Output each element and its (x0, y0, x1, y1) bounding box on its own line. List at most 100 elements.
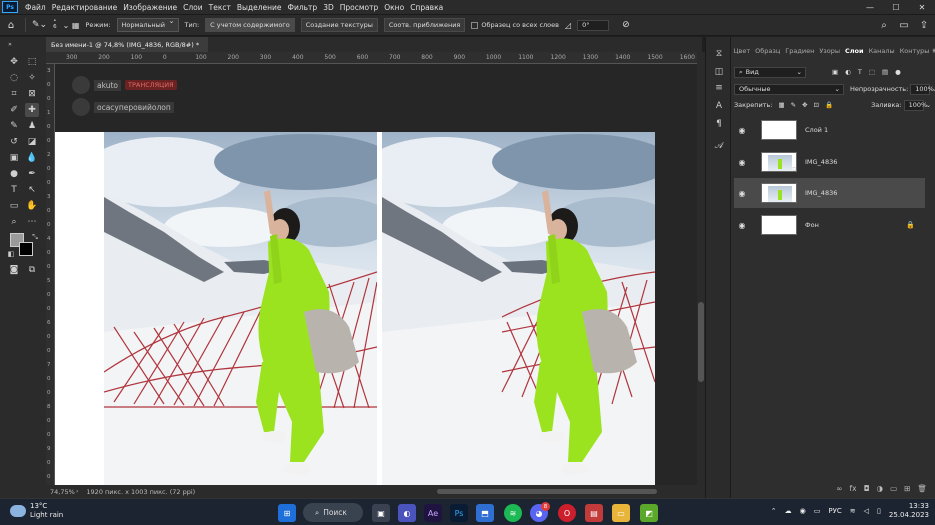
scroll-thumb[interactable] (437, 489, 657, 494)
swap-colors-icon[interactable]: ⤡ (28, 230, 42, 244)
new-layer-icon[interactable]: ⊞ (904, 484, 910, 493)
windows-start-icon[interactable]: ⊞ (278, 504, 296, 522)
angle-input[interactable]: 0° (577, 19, 610, 31)
weather-widget[interactable]: 13°C Light rain (10, 502, 63, 520)
type-proximity-button[interactable]: Соотв. приближения (383, 18, 466, 32)
marquee-tool-icon[interactable]: ⬚ (25, 55, 39, 69)
rectangle-tool-icon[interactable]: ▭ (7, 199, 21, 213)
vertical-scrollbar[interactable] (697, 52, 705, 498)
glyphs-panel-icon[interactable]: 𝒜 (712, 139, 726, 153)
layer-style-icon[interactable]: fx (850, 484, 857, 493)
eyedropper-tool-icon[interactable]: ✐ (7, 103, 21, 117)
history-brush-tool-icon[interactable]: ↺ (7, 135, 21, 149)
dodge-tool-icon[interactable]: ● (7, 167, 21, 181)
brush-settings-icon[interactable]: ⌄ ▦ (63, 18, 80, 32)
tab-patterns[interactable]: Узоры (817, 47, 843, 55)
type-tool-icon[interactable]: T (7, 183, 21, 197)
power-icon[interactable]: ▯ (877, 507, 881, 515)
filter-smart-icon[interactable]: ▤ (882, 68, 888, 76)
menu-layers[interactable]: Слои (180, 3, 206, 12)
menu-type[interactable]: Текст (206, 3, 234, 12)
menu-help[interactable]: Справка (407, 3, 446, 12)
document-info[interactable]: 1920 пикс. x 1003 пикс. (72 ppi) (78, 488, 195, 496)
filter-type-icon[interactable]: T (858, 68, 862, 76)
brush-size-picker[interactable]: • 6 (53, 18, 57, 32)
frame-tool-icon[interactable]: ⊠ (25, 87, 39, 101)
layer-name[interactable]: IMG_4836 (805, 158, 837, 166)
delete-layer-icon[interactable]: 🗑 (917, 484, 927, 493)
menu-file[interactable]: Файл (22, 3, 49, 12)
visibility-eye-icon[interactable]: ◉ (735, 126, 749, 135)
tab-channels[interactable]: Каналы (866, 47, 897, 55)
lock-all-icon[interactable]: 🔒 (825, 101, 833, 109)
layer-row[interactable]: ◉ Фон 🔒 (734, 210, 925, 240)
layer-row[interactable]: ◉ Слой 1 (734, 115, 925, 145)
crop-tool-icon[interactable]: ⌗ (7, 87, 21, 101)
path-select-tool-icon[interactable]: ↖ (25, 183, 39, 197)
menu-3d[interactable]: 3D (320, 3, 337, 12)
close-button[interactable]: ✕ (909, 0, 935, 14)
filter-pixel-icon[interactable]: ▣ (832, 68, 838, 76)
visibility-eye-icon[interactable]: ◉ (735, 221, 749, 230)
collapse-icon[interactable]: » (3, 37, 17, 51)
link-layers-icon[interactable]: ∞ (836, 484, 842, 493)
photoshop-logo-icon[interactable]: Ps (2, 1, 18, 13)
stamp-tool-icon[interactable]: ♟ (25, 119, 39, 133)
type-texture-button[interactable]: Создание текстуры (300, 18, 378, 32)
filter-adjustment-icon[interactable]: ◐ (845, 68, 851, 76)
layer-row[interactable]: ◉ ⧉ IMG_4836 (734, 147, 925, 177)
healing-brush-tool-icon[interactable]: ✚ (25, 103, 39, 117)
paragraph-panel-icon[interactable]: ¶ (712, 117, 726, 131)
quick-mask-icon[interactable]: ◙ (7, 263, 21, 277)
adjustments-panel-icon[interactable]: ◫ (712, 65, 726, 79)
chevron-up-icon[interactable]: ⌃ (771, 507, 777, 515)
tab-gradients[interactable]: Градиен (783, 47, 817, 55)
add-mask-icon[interactable]: ◘ (864, 484, 870, 493)
after-effects-icon[interactable]: Ae (424, 504, 442, 522)
filter-toggle-icon[interactable]: ● (895, 68, 901, 76)
brush-tool-icon[interactable]: ✎ (7, 119, 21, 133)
app-red-icon[interactable]: ▤ (585, 504, 603, 522)
hand-tool-icon[interactable]: ✋ (25, 199, 39, 213)
layer-row-selected[interactable]: ◉ IMG_4836 (734, 178, 925, 208)
move-tool-icon[interactable]: ✥ (7, 55, 21, 69)
lock-position-icon[interactable]: ✥ (802, 101, 807, 109)
clock[interactable]: 13:33 25.04.2023 (889, 502, 929, 520)
lock-icon[interactable]: 🔒 (906, 221, 915, 229)
task-view-icon[interactable]: ▣ (372, 504, 390, 522)
mode-select[interactable]: Нормальный (116, 17, 179, 32)
new-group-icon[interactable]: ▭ (890, 484, 897, 493)
minimize-button[interactable]: — (857, 0, 883, 14)
more-tools-icon[interactable]: ⋯ (25, 215, 39, 229)
layer-name[interactable]: Слой 1 (805, 126, 828, 134)
blend-mode-select[interactable]: Обычные ⌄ (734, 83, 844, 95)
screen-mode-icon[interactable]: ⧉ (25, 263, 39, 277)
menu-edit[interactable]: Редактирование (49, 3, 120, 12)
background-color-swatch[interactable] (19, 242, 33, 256)
wifi-icon[interactable]: ≋ (850, 507, 856, 515)
onedrive-icon[interactable]: ☁ (785, 507, 792, 515)
opacity-input[interactable]: 100% (910, 83, 934, 95)
steam-icon[interactable]: ◉ (800, 507, 806, 515)
layer-name[interactable]: Фон (805, 221, 819, 229)
maximize-button[interactable]: ☐ (883, 0, 909, 14)
photo-original[interactable] (104, 132, 377, 485)
fill-input[interactable]: 100% (903, 99, 927, 111)
layer-name[interactable]: IMG_4836 (805, 189, 837, 197)
lock-artboard-icon[interactable]: ⊡ (814, 101, 819, 109)
document-tab[interactable]: Без имени-1 @ 74,8% (IMG_4836, RGB/8#) *… (46, 37, 213, 52)
eraser-tool-icon[interactable]: ◪ (25, 135, 39, 149)
battery-icon[interactable]: ▭ (814, 507, 821, 515)
type-content-aware-button[interactable]: С учетом содержимого (205, 18, 295, 32)
inbox-icon[interactable]: ⬒ (476, 504, 494, 522)
photoshop-taskbar-icon[interactable]: Ps (450, 504, 468, 522)
blur-tool-icon[interactable]: 💧 (25, 151, 39, 165)
sample-all-layers-checkbox[interactable]: Образец со всех слоев (471, 18, 559, 32)
tab-paths[interactable]: Контуры (897, 47, 932, 55)
spotify-icon[interactable]: ≋ (504, 504, 522, 522)
lock-transparent-icon[interactable]: ▦ (778, 101, 784, 109)
teams-icon[interactable]: ◐ (398, 504, 416, 522)
search-icon[interactable]: ⌕ (877, 18, 891, 32)
filter-shape-icon[interactable]: ⬚ (869, 68, 875, 76)
zoom-tool-icon[interactable]: ⌕ (7, 215, 21, 229)
